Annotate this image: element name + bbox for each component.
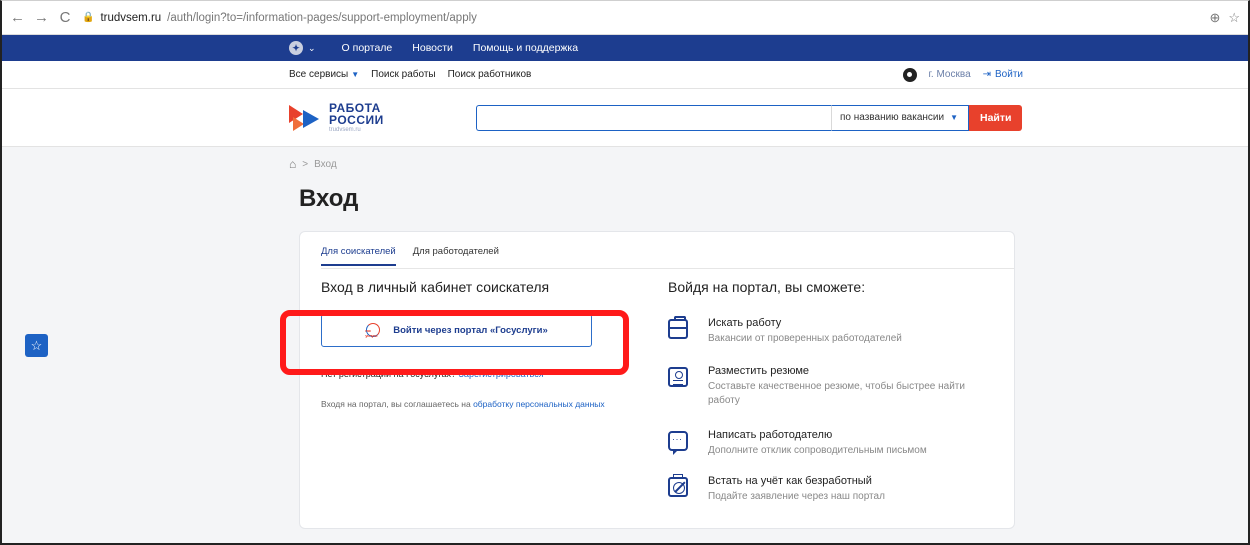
- search-mode-select[interactable]: по названию вакансии ▼: [831, 104, 969, 131]
- chevron-down-icon: ⌄: [308, 42, 316, 53]
- search-input[interactable]: [476, 104, 831, 131]
- benefit-item: Разместить резюме Составьте качественное…: [668, 365, 998, 408]
- zoom-icon[interactable]: ⊕: [1209, 10, 1220, 26]
- resume-icon: [668, 367, 688, 387]
- search-form: по названию вакансии ▼ Найти: [476, 104, 1023, 131]
- tab-job-seekers[interactable]: Для соискателей: [321, 246, 396, 266]
- benefit-item: Встать на учёт как безработный Подайте з…: [668, 474, 998, 504]
- favorites-star-icon[interactable]: ☆: [25, 334, 48, 357]
- benefit-item: Написать работодателю Дополните отклик с…: [668, 429, 998, 458]
- login-arrow-icon: ⇥: [982, 69, 992, 80]
- breadcrumb-current: Вход: [314, 158, 337, 170]
- page-title: Вход: [299, 185, 359, 212]
- briefcase-icon: [668, 316, 688, 339]
- logo-mark-icon: [289, 103, 323, 133]
- url-path: /auth/login?to=/information-pages/suppor…: [167, 11, 477, 24]
- benefits-title: Войдя на портал, вы сможете:: [668, 279, 866, 295]
- url-host: trudvsem.ru: [100, 11, 162, 24]
- breadcrumb: ⌂ > Вход: [289, 157, 337, 171]
- all-services-dropdown[interactable]: Все сервисы ▼: [289, 69, 359, 80]
- browser-window: ← → C 🔒 trudvsem.ru/auth/login?to=/infor…: [0, 0, 1250, 545]
- chat-icon: [668, 431, 688, 455]
- header: РАБОТА РОССИИ trudvsem.ru по названию ва…: [2, 89, 1248, 147]
- bookmark-star-icon[interactable]: ☆: [1228, 10, 1240, 26]
- tabs: Для соискателей Для работодателей: [321, 246, 499, 266]
- services-bar: Все сервисы ▼ Поиск работы Поиск работник…: [2, 61, 1248, 89]
- job-search-link[interactable]: Поиск работы: [371, 69, 435, 80]
- login-card: Для соискателей Для работодателей Вход в…: [299, 231, 1015, 529]
- caret-down-icon: ▼: [351, 70, 360, 79]
- tab-employers[interactable]: Для работодателей: [413, 246, 499, 266]
- nav-news[interactable]: Новости: [412, 42, 453, 54]
- reload-icon[interactable]: C: [58, 9, 72, 26]
- personal-data-link[interactable]: обработку персональных данных: [473, 399, 605, 409]
- login-link[interactable]: ⇥ Войти: [983, 69, 1023, 80]
- nav-about[interactable]: О портале: [342, 42, 393, 54]
- top-nav-bar: ✦ ⌄ О портале Новости Помощь и поддержка: [2, 35, 1248, 61]
- caret-down-icon: ▼: [950, 113, 958, 122]
- unemployed-icon: [668, 474, 688, 497]
- home-icon[interactable]: ⌂: [289, 157, 296, 171]
- worker-search-link[interactable]: Поиск работников: [448, 69, 532, 80]
- site-logo[interactable]: РАБОТА РОССИИ trudvsem.ru: [289, 102, 476, 134]
- emblem-icon: ✦: [289, 41, 303, 55]
- lock-icon: 🔒: [82, 12, 95, 23]
- city-selector[interactable]: г. Москва: [929, 69, 971, 80]
- search-button[interactable]: Найти: [969, 104, 1023, 131]
- address-bar[interactable]: 🔒 trudvsem.ru/auth/login?to=/information…: [82, 12, 477, 24]
- login-title: Вход в личный кабинет соискателя: [321, 279, 550, 295]
- accessibility-eye-icon[interactable]: [902, 67, 917, 82]
- nav-help[interactable]: Помощь и поддержка: [473, 42, 578, 54]
- browser-toolbar: ← → C 🔒 trudvsem.ru/auth/login?to=/infor…: [2, 1, 1248, 35]
- highlight-annotation: [280, 310, 629, 375]
- forward-icon[interactable]: →: [34, 9, 49, 26]
- benefit-item: Искать работу Вакансии от проверенных ра…: [668, 316, 998, 346]
- back-icon[interactable]: ←: [10, 9, 25, 26]
- consent-text: Входя на портал, вы соглашаетесь на обра…: [321, 399, 605, 409]
- emblem-menu[interactable]: ✦ ⌄: [289, 41, 316, 55]
